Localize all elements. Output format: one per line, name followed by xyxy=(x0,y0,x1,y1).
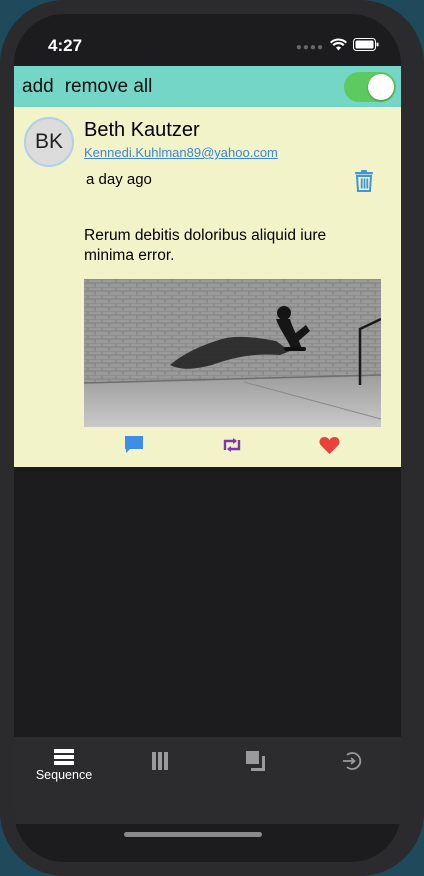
post-actions xyxy=(14,433,401,455)
remove-all-button[interactable]: remove all xyxy=(62,76,156,98)
list-icon xyxy=(54,749,74,765)
status-icons: ●●●● xyxy=(296,38,379,56)
trash-icon[interactable] xyxy=(355,170,373,197)
home-indicator[interactable] xyxy=(124,832,262,837)
post-body: Rerum debitis doloribus aliquid iure min… xyxy=(84,227,327,264)
retweet-icon[interactable] xyxy=(221,437,243,458)
tab-layers[interactable] xyxy=(208,737,304,797)
columns-icon xyxy=(152,752,168,770)
heart-icon[interactable] xyxy=(319,436,340,460)
status-bar: 4:27 ●●●● xyxy=(14,14,401,66)
tab-login[interactable] xyxy=(304,737,400,797)
top-toolbar: add remove all xyxy=(14,66,401,107)
toggle-knob xyxy=(368,74,394,100)
post-time: a day ago xyxy=(86,171,152,188)
avatar[interactable]: BK xyxy=(24,117,74,167)
tab-label: Sequence xyxy=(35,768,93,782)
signal-dots-icon: ●●●● xyxy=(295,41,324,53)
status-time: 4:27 xyxy=(48,36,83,55)
post-image xyxy=(84,279,381,427)
tab-sequence[interactable]: Sequence xyxy=(16,737,112,797)
add-button[interactable]: add xyxy=(19,76,57,98)
tab-columns[interactable] xyxy=(112,737,208,797)
comment-icon[interactable] xyxy=(124,435,144,460)
layers-icon xyxy=(246,751,265,771)
author-email-link[interactable]: Kennedi.Kuhlman89@yahoo.com xyxy=(84,145,278,160)
screen: 4:27 ●●●● add remove all BK Beth Kautzer… xyxy=(14,14,401,862)
battery-icon xyxy=(353,38,379,56)
bottom-tab-bar: Sequence xyxy=(14,737,401,824)
phone-frame: 4:27 ●●●● add remove all BK Beth Kautzer… xyxy=(0,0,424,876)
login-icon xyxy=(343,752,362,770)
author-name: Beth Kautzer xyxy=(84,119,200,141)
wifi-icon xyxy=(330,38,347,56)
toggle-switch[interactable] xyxy=(344,72,396,102)
post-card: BK Beth Kautzer Kennedi.Kuhlman89@yahoo.… xyxy=(14,107,401,467)
